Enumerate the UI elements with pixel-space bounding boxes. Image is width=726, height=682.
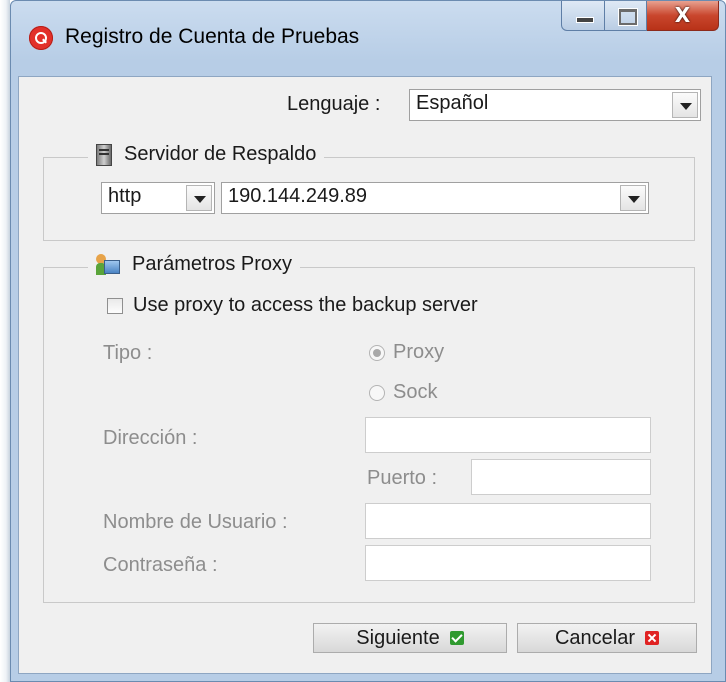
checkmark-icon — [449, 631, 464, 645]
radio-proxy-label[interactable]: Proxy — [393, 341, 444, 364]
password-label: Contraseña : — [103, 554, 218, 576]
cancel-button-label: Cancelar — [554, 626, 636, 649]
title-bar[interactable]: Registro de Cuenta de Pruebas X — [11, 1, 725, 50]
port-label: Puerto : — [367, 467, 438, 489]
minimize-button[interactable] — [561, 1, 605, 31]
proxy-password-field[interactable] — [365, 545, 651, 581]
chevron-down-icon[interactable] — [620, 185, 646, 211]
cancel-button[interactable]: Cancelar — [517, 623, 697, 653]
window-title: Registro de Cuenta de Pruebas — [65, 25, 360, 48]
language-label: Lenguaje : — [287, 93, 381, 115]
server-address-combo[interactable]: 190.144.249.89 — [221, 182, 649, 214]
app-logo-icon — [29, 26, 53, 50]
proxy-legend: Parámetros Proxy — [88, 253, 301, 276]
backup-server-legend: Servidor de Respaldo — [88, 143, 325, 166]
radio-sock-label[interactable]: Sock — [393, 381, 437, 404]
radio-sock[interactable] — [369, 385, 385, 401]
proxy-port-field[interactable] — [471, 459, 651, 495]
language-select[interactable]: Español — [409, 89, 701, 121]
language-select-value: Español — [416, 92, 489, 114]
next-button[interactable]: Siguiente — [313, 623, 507, 653]
username-label: Nombre de Usuario : — [103, 511, 288, 533]
proxy-address-field[interactable] — [365, 417, 651, 453]
protocol-select[interactable]: http — [101, 182, 215, 214]
maximize-button[interactable] — [605, 1, 647, 31]
server-address-value: 190.144.249.89 — [228, 185, 368, 207]
caption-buttons: X — [561, 1, 719, 33]
maximize-icon — [619, 9, 637, 25]
next-button-label: Siguiente — [356, 626, 440, 649]
close-icon: X — [674, 3, 691, 27]
server-icon — [96, 143, 112, 166]
protocol-select-value: http — [108, 185, 142, 207]
address-label: Dirección : — [103, 427, 198, 449]
proxy-username-field[interactable] — [365, 503, 651, 539]
chevron-down-icon[interactable] — [186, 185, 212, 211]
background-window-edge — [0, 0, 10, 682]
chevron-down-icon[interactable] — [672, 92, 698, 118]
close-button[interactable]: X — [647, 1, 719, 31]
dialog-content: Lenguaje : Español Servidor de Respaldo … — [18, 76, 712, 674]
type-label: Tipo : — [103, 342, 153, 364]
proxy-settings-icon — [96, 253, 120, 276]
use-proxy-checkbox[interactable] — [107, 298, 123, 314]
cancel-x-icon — [645, 631, 660, 645]
radio-proxy[interactable] — [369, 345, 385, 361]
proxy-title: Parámetros Proxy — [132, 253, 293, 275]
use-proxy-label[interactable]: Use proxy to access the backup server — [133, 294, 478, 317]
minimize-icon — [576, 17, 594, 23]
backup-server-title: Servidor de Respaldo — [124, 143, 317, 165]
